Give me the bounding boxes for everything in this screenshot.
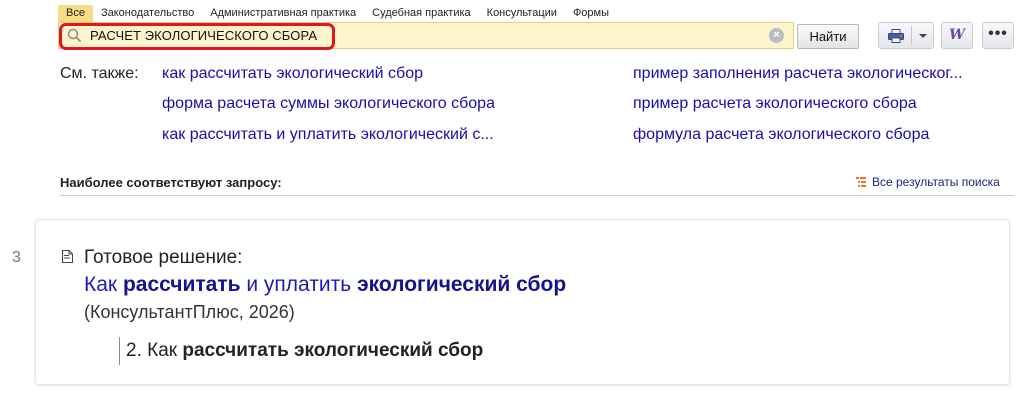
close-icon[interactable]: ×: [769, 28, 784, 43]
tab-consultations[interactable]: Консультации: [479, 5, 565, 22]
tab-all[interactable]: Все: [58, 5, 93, 22]
snippet-bar: [119, 337, 120, 365]
divider: [60, 195, 1014, 196]
result-snippet[interactable]: 2. Как рассчитать экологический сбор: [126, 340, 483, 362]
see-also-link[interactable]: пример заполнения расчета экологическог.…: [633, 65, 963, 83]
chevron-down-icon[interactable]: [919, 34, 927, 38]
result-number: 3: [12, 249, 21, 266]
see-also-link[interactable]: пример расчета экологического сбора: [633, 95, 917, 113]
list-tree-icon: [856, 177, 866, 187]
result-type-label: Готовое решение:: [84, 247, 243, 268]
result-title-part[interactable]: Как: [84, 273, 123, 296]
print-divider: [911, 26, 912, 45]
export-word-button[interactable]: W: [941, 22, 973, 49]
result-title-highlight[interactable]: экологический сбор: [357, 273, 566, 296]
see-also-link[interactable]: как рассчитать экологический сбор: [162, 65, 423, 83]
printer-icon: [888, 29, 904, 43]
tab-administrative-practice[interactable]: Административная практика: [202, 5, 364, 22]
find-button[interactable]: Найти: [797, 24, 859, 49]
see-also-link[interactable]: как рассчитать и уплатить экологический …: [162, 126, 494, 144]
print-button[interactable]: [878, 22, 934, 49]
see-also-link[interactable]: формула расчета экологического сбора: [633, 126, 929, 144]
result-source: (КонсультантПлюс, 2026): [84, 302, 295, 322]
search-query-highlight: [59, 23, 335, 50]
result-title-highlight[interactable]: рассчитать: [123, 273, 241, 296]
document-icon: [62, 250, 73, 263]
search-tabs: Все Законодательство Административная пр…: [58, 5, 617, 22]
more-dots-icon: •••: [988, 25, 1008, 42]
more-button[interactable]: •••: [982, 22, 1014, 49]
snippet-highlight: рассчитать экологический сбор: [182, 340, 484, 361]
word-export-icon: W: [949, 27, 965, 43]
tab-court-practice[interactable]: Судебная практика: [364, 5, 478, 22]
see-also-link[interactable]: форма расчета суммы экологического сбора: [162, 95, 495, 113]
result-title-link[interactable]: Как рассчитать и уплатить экологический …: [84, 273, 566, 297]
all-results-link[interactable]: Все результаты поиска: [872, 175, 1000, 189]
tab-legislation[interactable]: Законодательство: [93, 5, 202, 22]
see-also-label: См. также:: [60, 65, 139, 82]
best-match-heading: Наиболее соответствуют запросу:: [60, 175, 282, 190]
result-title-part[interactable]: и уплатить: [241, 273, 357, 296]
snippet-part: 2. Как: [126, 340, 183, 361]
tab-forms[interactable]: Формы: [565, 5, 617, 22]
